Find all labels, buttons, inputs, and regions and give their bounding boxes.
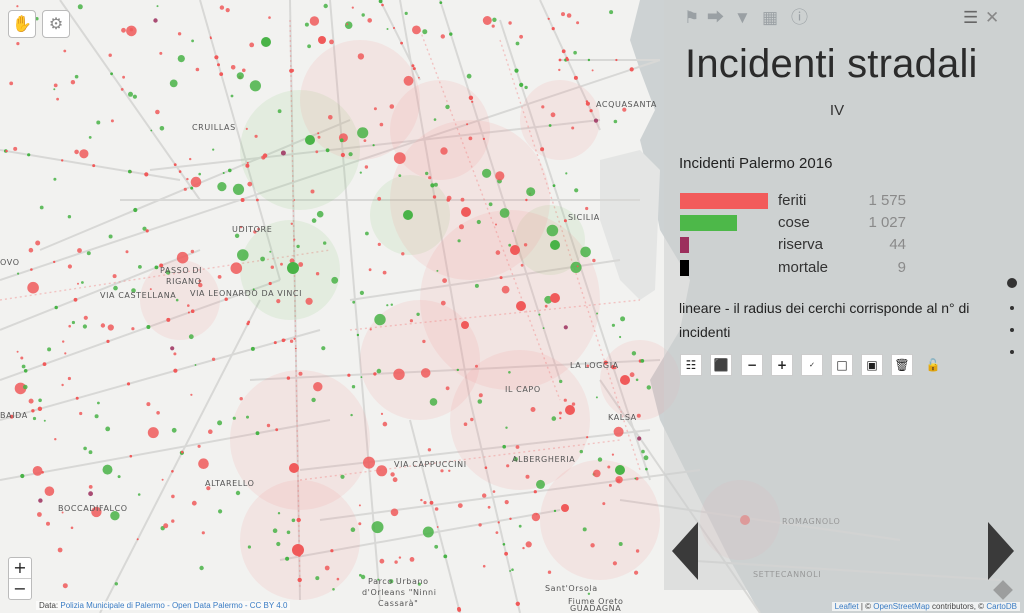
next-arrow-icon[interactable] bbox=[988, 522, 1014, 580]
grid-large-button[interactable]: ⬛ bbox=[710, 354, 732, 376]
page-subtitle: IV bbox=[829, 102, 845, 119]
map-icon[interactable]: ▦ bbox=[762, 9, 778, 27]
legend-title: Incidenti Palermo 2016 bbox=[679, 155, 833, 172]
place-label-24: Cassarà" bbox=[378, 599, 418, 608]
legend-value: 1 027 bbox=[868, 214, 906, 231]
grid-small-icon: ☷ bbox=[685, 358, 697, 372]
page-title: Incidenti stradali bbox=[685, 42, 978, 86]
place-label-14: KALSA bbox=[608, 413, 637, 422]
gear-icon: ⚙ bbox=[48, 16, 64, 33]
data-source-link[interactable]: Polizia Municipale di Palermo - Open Dat… bbox=[60, 601, 287, 610]
story-panel bbox=[664, 0, 1024, 590]
filter-icon[interactable]: ▼ bbox=[734, 9, 751, 27]
legend-bar bbox=[680, 237, 689, 253]
osm-link[interactable]: OpenStreetMap bbox=[873, 602, 929, 611]
settings-button[interactable]: ⚙ bbox=[42, 10, 70, 38]
legend-bar bbox=[680, 193, 768, 209]
place-label-5: VIA LEONARDO DA VINCI bbox=[190, 289, 302, 298]
place-label-13: IL CAPO bbox=[505, 385, 541, 394]
slide-dots bbox=[1006, 278, 1018, 372]
trash-icon: 🗑 bbox=[894, 358, 910, 372]
hand-info-button[interactable]: ✋ bbox=[8, 10, 36, 38]
share-icon[interactable]: ⮕ bbox=[707, 9, 724, 27]
close-icon[interactable]: ✕ bbox=[985, 9, 999, 27]
slide-dot[interactable] bbox=[1010, 306, 1014, 310]
slide-dot-active[interactable] bbox=[1007, 278, 1017, 288]
place-label-0: CRUILLAS bbox=[192, 123, 236, 132]
unlock-icon: 🔓 bbox=[925, 358, 941, 372]
square-inset-icon: ▣ bbox=[866, 358, 878, 372]
legend-label: riserva bbox=[778, 236, 824, 253]
grid-small-button[interactable]: ☷ bbox=[680, 354, 702, 376]
grid-large-icon: ⬛ bbox=[713, 358, 729, 372]
legend-label: feriti bbox=[778, 192, 807, 209]
place-label-12: LA LOGGIA bbox=[570, 361, 619, 370]
info-icon[interactable]: ⓘ bbox=[791, 9, 808, 27]
carto-link[interactable]: CartoDB bbox=[986, 602, 1017, 611]
attr-sep: | © bbox=[858, 602, 874, 611]
legend-row-cose[interactable]: cose 1 027 bbox=[680, 214, 910, 232]
legend-row-feriti[interactable]: feriti 1 575 bbox=[680, 192, 910, 210]
map-attribution: Leaflet | © OpenStreetMap contributors, … bbox=[831, 602, 1020, 611]
place-label-21: Fiume Oreto bbox=[568, 597, 624, 606]
place-label-9: BOCCADIFALCO bbox=[58, 504, 128, 513]
place-label-3: RIGANO bbox=[166, 277, 201, 286]
leaflet-link[interactable]: Leaflet bbox=[835, 602, 859, 611]
legend-row-riserva[interactable]: riserva 44 bbox=[680, 236, 910, 254]
data-prefix: Data: bbox=[39, 601, 59, 610]
legend-value: 1 575 bbox=[868, 192, 906, 209]
slide-dot[interactable] bbox=[1010, 328, 1014, 332]
list-icon[interactable]: ☰ bbox=[963, 9, 978, 27]
place-label-16: VIA CAPPUCCINI bbox=[394, 460, 467, 469]
place-label-4: VIA CASTELLANA bbox=[100, 291, 176, 300]
place-label-1: UDITORE bbox=[232, 225, 272, 234]
legend-description: lineare - il radius dei cerchi corrispon… bbox=[679, 300, 970, 340]
place-label-6: OVO bbox=[0, 258, 20, 267]
place-label-19: Sant'Orsola bbox=[545, 584, 598, 593]
place-label-10: ACQUASANTA bbox=[596, 100, 657, 109]
zoom-out-button[interactable]: − bbox=[9, 579, 31, 599]
square-inset-button[interactable]: ▣ bbox=[861, 354, 883, 376]
unlock-button[interactable]: 🔓 bbox=[922, 354, 944, 376]
legend-bar bbox=[680, 260, 689, 276]
plus-button[interactable]: + bbox=[771, 354, 793, 376]
plus-icon: + bbox=[776, 358, 788, 372]
hand-info-icon: ✋ bbox=[12, 16, 32, 33]
legend-label: cose bbox=[778, 214, 810, 231]
prev-arrow-icon[interactable] bbox=[672, 522, 698, 580]
bookmark-icon[interactable]: ⚑ bbox=[684, 9, 699, 27]
legend-value: 44 bbox=[889, 236, 906, 253]
zoom-in-button[interactable]: + bbox=[9, 558, 31, 579]
place-label-8: ALTARELLO bbox=[205, 479, 255, 488]
place-label-2: PASSO DI bbox=[160, 266, 202, 275]
abc-check-icon: ✓ bbox=[809, 361, 815, 369]
place-label-11: SICILIA bbox=[568, 213, 600, 222]
zoom-control: + − bbox=[8, 557, 32, 600]
place-label-23: d'Orleans "Ninni bbox=[362, 588, 437, 597]
minus-button[interactable]: − bbox=[741, 354, 763, 376]
attr-contrib: contributors, © bbox=[929, 602, 987, 611]
place-label-22: Parco Urbano bbox=[368, 577, 429, 586]
place-label-7: BAIDA bbox=[0, 411, 28, 420]
trash-button[interactable]: 🗑 bbox=[891, 354, 913, 376]
place-label-15: ALBERGHERIA bbox=[512, 455, 575, 464]
square-outline-icon: □ bbox=[836, 358, 848, 372]
minus-icon: − bbox=[746, 358, 758, 372]
slide-dot[interactable] bbox=[1010, 350, 1014, 354]
data-attribution: Data: Polizia Municipale di Palermo - Op… bbox=[36, 601, 291, 610]
legend-bar bbox=[680, 215, 737, 231]
legend-value: 9 bbox=[897, 259, 906, 276]
square-outline-button[interactable]: □ bbox=[831, 354, 853, 376]
abc-check-button[interactable]: ✓ bbox=[801, 354, 823, 376]
legend-row-mortale[interactable]: mortale 9 bbox=[680, 259, 910, 277]
legend-label: mortale bbox=[778, 259, 829, 276]
